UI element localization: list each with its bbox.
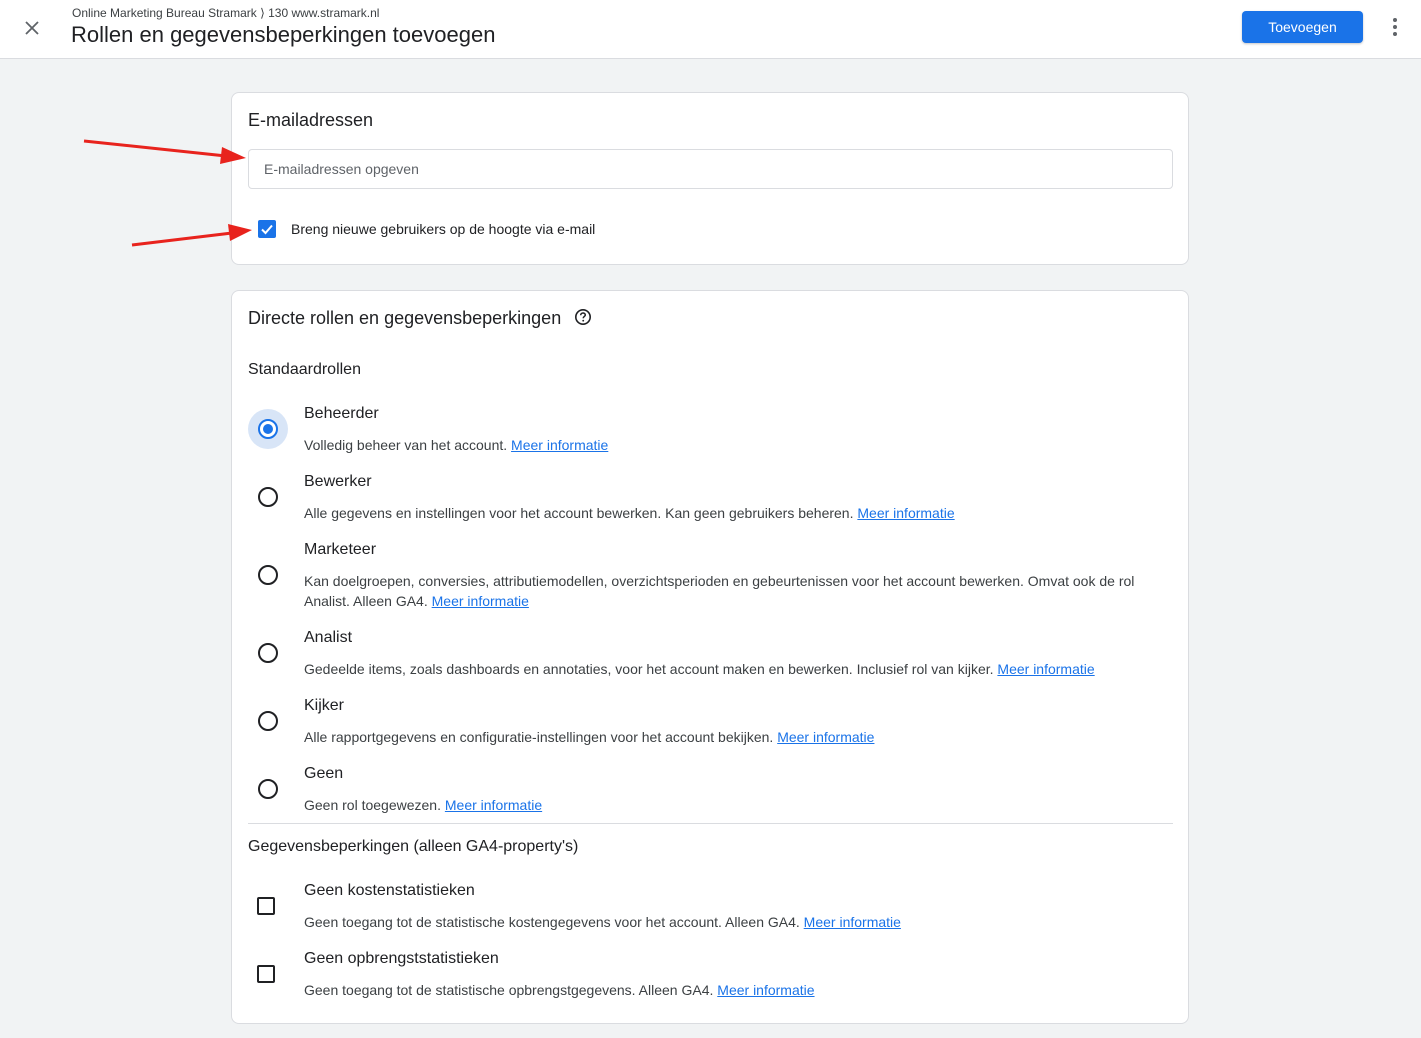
section-divider <box>248 823 1173 824</box>
learn-more-link[interactable]: Meer informatie <box>857 505 954 521</box>
learn-more-link[interactable]: Meer informatie <box>445 797 542 813</box>
radio-selected-icon <box>258 419 278 439</box>
role-description-text: Volledig beheer van het account. <box>304 437 508 453</box>
role-radio-beheerder[interactable] <box>248 409 288 449</box>
role-description-text: Alle gegevens en instellingen voor het a… <box>304 505 854 521</box>
radio-unselected-icon <box>258 565 278 585</box>
close-button[interactable] <box>18 14 46 42</box>
role-description: Alle gegevens en instellingen voor het a… <box>304 503 1164 523</box>
annotation-arrow-icon <box>83 139 246 164</box>
learn-more-link[interactable]: Meer informatie <box>997 661 1094 677</box>
email-card-title: E-mailadressen <box>248 110 374 130</box>
learn-more-link[interactable]: Meer informatie <box>432 593 529 609</box>
email-input[interactable] <box>248 149 1173 189</box>
notify-checkbox[interactable] <box>258 220 276 238</box>
role-description-text: Alle rapportgegevens en configuratie-ins… <box>304 729 774 745</box>
role-name: Geen <box>304 765 344 782</box>
radio-unselected-icon <box>258 487 278 507</box>
restriction-description-text: Geen toegang tot de statistische kosteng… <box>304 914 800 930</box>
radio-unselected-icon <box>258 711 278 731</box>
radio-unselected-icon <box>258 779 278 799</box>
role-description: Geen rol toegewezen. Meer informatie <box>304 795 1164 815</box>
restriction-name: Geen opbrengststatistieken <box>304 950 499 967</box>
role-description: Volledig beheer van het account. Meer in… <box>304 435 1164 455</box>
breadcrumb[interactable]: Online Marketing Bureau Stramark ⟩ 130 w… <box>72 6 379 20</box>
radio-unselected-icon <box>258 643 278 663</box>
restriction-checkbox-cost[interactable] <box>257 897 275 915</box>
role-description: Kan doelgroepen, conversies, attributiem… <box>304 571 1164 611</box>
restriction-name: Geen kostenstatistieken <box>304 882 475 899</box>
role-description-text: Kan doelgroepen, conversies, attributiem… <box>304 573 1135 609</box>
role-name: Marketeer <box>304 541 377 558</box>
role-radio-marketeer[interactable] <box>248 555 288 595</box>
role-description: Alle rapportgegevens en configuratie-ins… <box>304 727 1164 747</box>
notify-checkbox-label: Breng nieuwe gebruikers op de hoogte via… <box>291 221 596 237</box>
role-description-text: Gedeelde items, zoals dashboards en anno… <box>304 661 994 677</box>
email-card: E-mailadressen Breng nieuwe gebruikers o… <box>231 92 1189 265</box>
restriction-description: Geen toegang tot de statistische opbreng… <box>304 980 1164 1000</box>
role-name: Beheerder <box>304 405 379 422</box>
top-app-bar: Online Marketing Bureau Stramark ⟩ 130 w… <box>0 0 1421 59</box>
data-restrictions-label: Gegevensbeperkingen (alleen GA4-property… <box>248 838 579 855</box>
more-vert-icon <box>1393 18 1397 36</box>
standard-roles-label: Standaardrollen <box>248 361 361 378</box>
add-button[interactable]: Toevoegen <box>1242 11 1363 43</box>
learn-more-link[interactable]: Meer informatie <box>804 914 901 930</box>
help-icon[interactable] <box>574 308 592 326</box>
check-icon <box>261 224 273 235</box>
more-options-button[interactable] <box>1382 13 1408 41</box>
page-title: Rollen en gegevensbeperkingen toevoegen <box>71 22 496 47</box>
restriction-description: Geen toegang tot de statistische kosteng… <box>304 912 1164 932</box>
close-icon <box>25 21 39 35</box>
role-name: Kijker <box>304 697 345 714</box>
learn-more-link[interactable]: Meer informatie <box>777 729 874 745</box>
role-radio-bewerker[interactable] <box>248 477 288 517</box>
roles-card-title: Directe rollen en gegevensbeperkingen <box>248 308 562 328</box>
restriction-checkbox-revenue[interactable] <box>257 965 275 983</box>
learn-more-link[interactable]: Meer informatie <box>511 437 608 453</box>
role-name: Bewerker <box>304 473 372 490</box>
role-radio-geen[interactable] <box>248 769 288 809</box>
roles-card: Directe rollen en gegevensbeperkingen St… <box>231 290 1189 1024</box>
notify-checkbox-row[interactable]: Breng nieuwe gebruikers op de hoogte via… <box>258 220 595 238</box>
role-radio-analist[interactable] <box>248 633 288 673</box>
role-description: Gedeelde items, zoals dashboards en anno… <box>304 659 1164 679</box>
role-name: Analist <box>304 629 353 646</box>
restriction-description-text: Geen toegang tot de statistische opbreng… <box>304 982 714 998</box>
learn-more-link[interactable]: Meer informatie <box>717 982 814 998</box>
role-radio-kijker[interactable] <box>248 701 288 741</box>
role-description-text: Geen rol toegewezen. <box>304 797 441 813</box>
